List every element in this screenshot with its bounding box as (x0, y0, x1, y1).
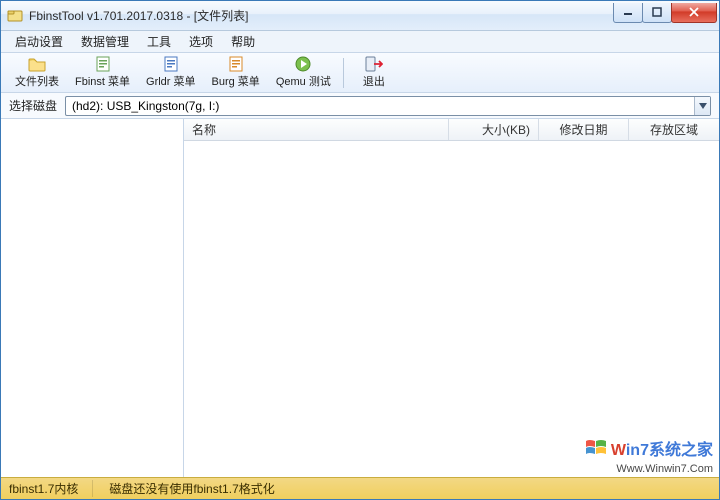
chevron-down-icon[interactable] (694, 97, 710, 115)
menubar: 启动设置 数据管理 工具 选项 帮助 (1, 31, 719, 53)
folder-icon (28, 56, 46, 72)
list-pane: 名称 大小(KB) 修改日期 存放区域 (184, 119, 719, 477)
statusbar: fbinst1.7内核 磁盘还没有使用fbinst1.7格式化 (1, 477, 719, 499)
disk-selector-row: 选择磁盘 (hd2): USB_Kingston(7g, I:) (1, 93, 719, 119)
menu-startup[interactable]: 启动设置 (7, 31, 71, 52)
document-orange-icon (229, 56, 243, 72)
window-title: FbinstTool v1.701.2017.0318 - [文件列表] (29, 7, 248, 24)
tool-grldr-menu[interactable]: Grldr 菜单 (138, 55, 204, 91)
col-size[interactable]: 大小(KB) (449, 119, 539, 140)
window-controls (614, 3, 717, 23)
tool-fbinst-menu[interactable]: Fbinst 菜单 (67, 55, 138, 91)
toolbar-separator (343, 58, 344, 88)
tree-pane[interactable] (1, 119, 184, 477)
play-icon (295, 56, 311, 72)
app-window: FbinstTool v1.701.2017.0318 - [文件列表] 启动设… (0, 0, 720, 500)
minimize-button[interactable] (613, 3, 643, 23)
col-date[interactable]: 修改日期 (539, 119, 629, 140)
col-name[interactable]: 名称 (184, 119, 449, 140)
list-header: 名称 大小(KB) 修改日期 存放区域 (184, 119, 719, 141)
tool-qemu-test[interactable]: Qemu 测试 (268, 55, 339, 91)
menu-options[interactable]: 选项 (181, 31, 221, 52)
titlebar[interactable]: FbinstTool v1.701.2017.0318 - [文件列表] (1, 1, 719, 31)
close-button[interactable] (671, 3, 717, 23)
tool-exit[interactable]: 退出 (348, 55, 400, 91)
tool-label: 退出 (363, 73, 385, 89)
tool-label: Fbinst 菜单 (75, 73, 130, 89)
menu-help[interactable]: 帮助 (223, 31, 263, 52)
disk-label: 选择磁盘 (9, 97, 57, 114)
tool-file-list[interactable]: 文件列表 (7, 55, 67, 91)
status-kernel: fbinst1.7内核 (9, 480, 93, 497)
tool-label: Qemu 测试 (276, 73, 331, 89)
document-blue-icon (164, 56, 178, 72)
maximize-button[interactable] (642, 3, 672, 23)
col-area[interactable]: 存放区域 (629, 119, 719, 140)
toolbar: 文件列表 Fbinst 菜单 Grldr 菜单 Burg 菜单 Qemu 测试 (1, 53, 719, 93)
exit-icon (365, 56, 383, 72)
main-area: 名称 大小(KB) 修改日期 存放区域 (1, 119, 719, 477)
menu-data[interactable]: 数据管理 (73, 31, 137, 52)
tool-label: Burg 菜单 (212, 73, 260, 89)
tool-burg-menu[interactable]: Burg 菜单 (204, 55, 268, 91)
app-icon (7, 8, 23, 24)
document-green-icon (96, 56, 110, 72)
disk-combo-value: (hd2): USB_Kingston(7g, I:) (66, 99, 694, 113)
disk-combo[interactable]: (hd2): USB_Kingston(7g, I:) (65, 96, 711, 116)
status-message: 磁盘还没有使用fbinst1.7格式化 (109, 480, 274, 497)
list-body[interactable] (184, 141, 719, 477)
tool-label: Grldr 菜单 (146, 73, 196, 89)
menu-tools[interactable]: 工具 (139, 31, 179, 52)
tool-label: 文件列表 (15, 73, 59, 89)
